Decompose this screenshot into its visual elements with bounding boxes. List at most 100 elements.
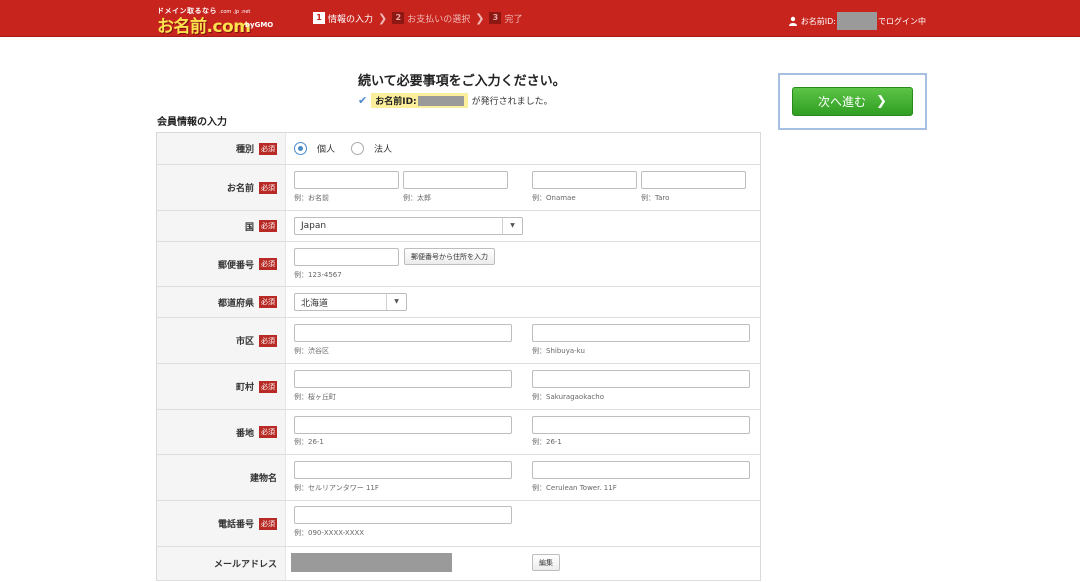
row-label: お名前 必須 — [157, 165, 286, 210]
step-1: 1 情報の入力 — [313, 12, 373, 25]
logo-gmo: byGMO — [245, 21, 274, 29]
row-country: 国 必須 Japan ▼ — [157, 211, 760, 242]
row-body: 例：26-1 例：26-1 — [286, 410, 760, 454]
login-suffix: でログイン中 — [878, 16, 926, 26]
city-roman-input[interactable] — [532, 324, 750, 342]
radio-individual-label: 個人 — [317, 145, 336, 155]
next-button[interactable]: 次へ進む ❯ — [792, 87, 913, 116]
radio-circle[interactable] — [351, 142, 364, 155]
hint: 例：Onamae — [532, 194, 576, 202]
step-3: 3 完了 — [489, 12, 522, 25]
row-city: 市区 必須 例：渋谷区 例：Shibuya-ku — [157, 318, 760, 364]
first-name-roman-input[interactable] — [641, 171, 746, 189]
hint: 例：セルリアンタワー 11F — [294, 484, 379, 492]
phone-input[interactable] — [294, 506, 512, 524]
hint: 例：Shibuya-ku — [532, 347, 585, 355]
town-input[interactable] — [294, 370, 512, 388]
country-label: 国 — [244, 222, 254, 233]
hint: 例：Cerulean Tower. 11F — [532, 484, 617, 492]
row-phone: 電話番号 必須 例：090-XXXX-XXXX — [157, 501, 760, 547]
row-body: 例：セルリアンタワー 11F 例：Cerulean Tower. 11F — [286, 455, 760, 500]
prefecture-value: 北海道 — [301, 298, 329, 309]
section-title: 会員情報の入力 — [157, 117, 227, 128]
radio-circle-selected[interactable] — [294, 142, 307, 155]
address-roman-input[interactable] — [532, 416, 750, 434]
row-label: 国 必須 — [157, 211, 286, 241]
next-button-frame: 次へ進む ❯ — [778, 73, 927, 130]
page-title: 続いて必要事項をご入力ください。 — [358, 74, 566, 89]
postal-code-input[interactable] — [294, 248, 399, 266]
hint: 例：26-1 — [294, 438, 324, 446]
row-prefecture: 都道府県 必須 北海道 ▼ — [157, 287, 760, 318]
hint: 例：123-4567 — [294, 271, 342, 279]
row-label: 都道府県 必須 — [157, 287, 286, 317]
prefecture-label: 都道府県 — [217, 298, 254, 309]
town-roman-input[interactable] — [532, 370, 750, 388]
last-name-input[interactable] — [294, 171, 399, 189]
required-badge: 必須 — [259, 258, 277, 270]
triangle-down-icon: ▼ — [386, 294, 406, 310]
onamae-logo[interactable]: ドメイン取るなら .com .jp .net お名前.com byGMO — [157, 6, 273, 37]
row-label: 郵便番号 必須 — [157, 242, 286, 286]
address-input[interactable] — [294, 416, 512, 434]
edit-email-button[interactable]: 編集 — [532, 554, 560, 571]
city-input[interactable] — [294, 324, 512, 342]
row-label: 電話番号 必須 — [157, 501, 286, 546]
required-badge: 必須 — [259, 380, 277, 393]
step-1-number: 1 — [313, 12, 325, 24]
row-type: 種別 必須 個人 法人 — [157, 133, 760, 165]
row-name: お名前 必須 例：お名前 例：太郎 例：Onamae 例：Taro — [157, 165, 760, 211]
row-email: メールアドレス 編集 — [157, 547, 760, 581]
email-label: メールアドレス — [213, 560, 277, 570]
hint: 例：26-1 — [532, 438, 562, 446]
issued-id-label: お名前ID: — [375, 97, 417, 107]
issued-id-highlight: お名前ID: — [371, 93, 468, 108]
row-body: 編集 — [286, 547, 760, 580]
progress-steps: 1 情報の入力 ❯ 2 お支払いの選択 ❯ 3 完了 — [313, 11, 522, 25]
country-select[interactable]: Japan ▼ — [294, 217, 523, 235]
required-badge: 必須 — [259, 296, 277, 308]
chevron-right-icon: ❯ — [475, 11, 485, 25]
radio-corporate[interactable]: 法人 — [351, 142, 392, 155]
postal-lookup-button[interactable]: 郵便番号から住所を入力 — [404, 248, 495, 265]
row-label: 種別 必須 — [157, 133, 286, 164]
login-prefix: お名前ID: — [800, 16, 836, 26]
radio-individual[interactable]: 個人 — [294, 142, 335, 155]
type-label: 種別 — [235, 145, 254, 155]
masked-issued-id — [417, 95, 464, 106]
row-label: メールアドレス — [157, 547, 286, 580]
first-name-input[interactable] — [403, 171, 508, 189]
building-roman-input[interactable] — [532, 461, 750, 479]
hint: 例：桜ヶ丘町 — [294, 393, 336, 401]
hint: 例：090-XXXX-XXXX — [294, 529, 365, 537]
building-label: 建物名 — [249, 474, 277, 484]
step-2: 2 お支払いの選択 — [392, 12, 470, 25]
country-value: Japan — [301, 221, 327, 231]
step-2-label: お支払いの選択 — [407, 14, 471, 25]
hint: 例：お名前 — [294, 194, 329, 202]
step-3-label: 完了 — [504, 14, 523, 25]
header-bar: ドメイン取るなら .com .jp .net お名前.com byGMO 1 情… — [0, 0, 1080, 37]
row-body: 例：090-XXXX-XXXX — [286, 501, 760, 546]
required-badge: 必須 — [259, 334, 277, 347]
row-town: 町村 必須 例：桜ヶ丘町 例：Sakuragaokacho — [157, 364, 760, 410]
row-body: 例：渋谷区 例：Shibuya-ku — [286, 318, 760, 363]
hint: 例：Taro — [641, 194, 670, 202]
row-body: Japan ▼ — [286, 211, 760, 241]
row-body: 個人 法人 — [286, 133, 760, 164]
required-badge: 必須 — [259, 426, 277, 438]
login-status: お名前ID: でログイン中 — [788, 12, 926, 30]
triangle-down-icon: ▼ — [502, 218, 522, 234]
building-input[interactable] — [294, 461, 512, 479]
row-label: 建物名 — [157, 455, 286, 500]
prefecture-select[interactable]: 北海道 ▼ — [294, 293, 407, 311]
last-name-roman-input[interactable] — [532, 171, 637, 189]
hint: 例：Sakuragaokacho — [532, 393, 604, 401]
masked-email — [291, 553, 452, 572]
logo-wordmark: お名前.com — [157, 17, 251, 37]
row-body: 郵便番号から住所を入力 例：123-4567 — [286, 242, 760, 286]
row-label: 町村 必須 — [157, 364, 286, 409]
hint: 例：太郎 — [403, 194, 431, 202]
address-label: 番地 — [235, 428, 254, 439]
row-building: 建物名 例：セルリアンタワー 11F 例：Cerulean Tower. 11F — [157, 455, 760, 501]
